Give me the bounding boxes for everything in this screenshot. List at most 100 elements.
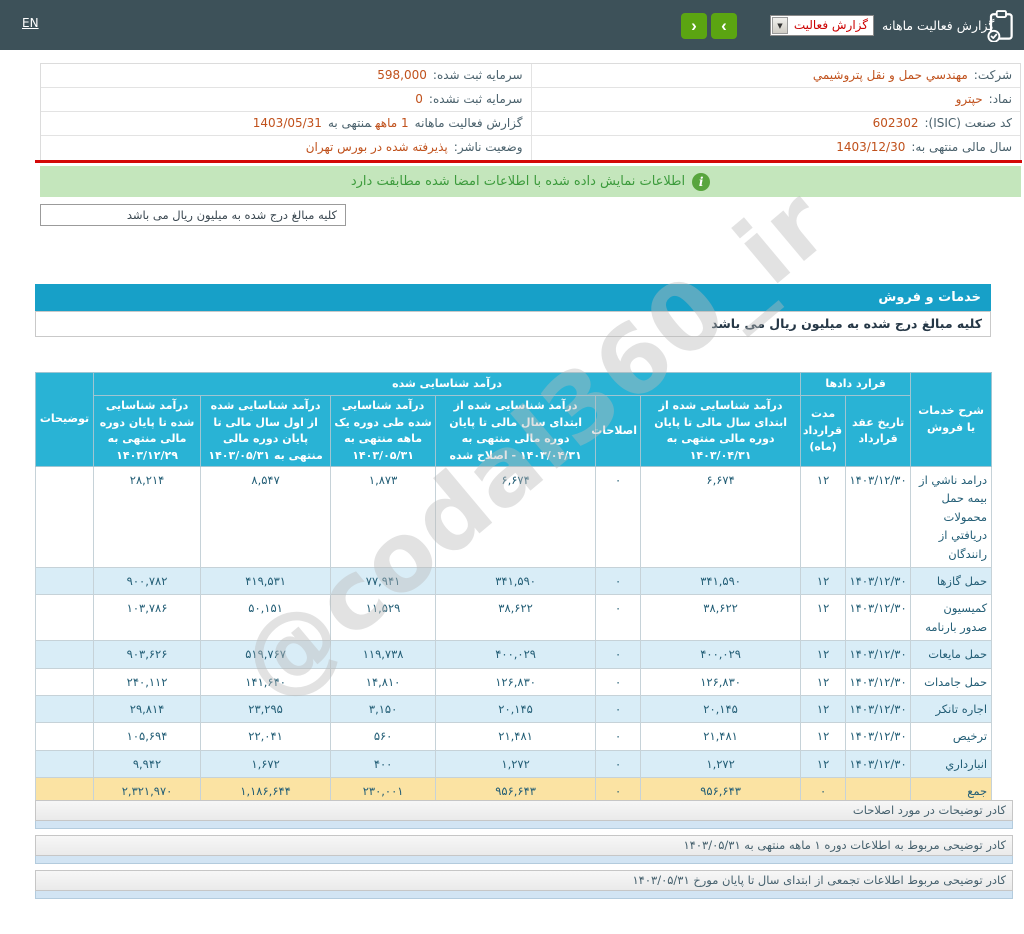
chevron-down-icon[interactable]: ▼ bbox=[772, 17, 788, 34]
cell-revenue-prev-period: ۲۱,۴۸۱ bbox=[641, 723, 801, 750]
cell-contract-date: ۱۴۰۳/۱۲/۳۰ bbox=[846, 668, 911, 695]
cell-adjustments: ۰ bbox=[596, 467, 641, 568]
column-header-1: تاریخ عقد قرارداد bbox=[846, 396, 911, 467]
info-cell-right: شرکت: مهندسي حمل و نقل پتروشيمي bbox=[531, 64, 1021, 87]
cell-contract-date: ۱۴۰۳/۱۲/۳۰ bbox=[846, 723, 911, 750]
signature-match-text: اطلاعات نمایش داده شده با اطلاعات امضا ش… bbox=[351, 174, 685, 189]
cell-revenue-ytd: ۲۳,۲۹۵ bbox=[201, 695, 331, 722]
group-header-recognized-revenue: درآمد شناسایی شده bbox=[94, 373, 801, 396]
cell-adjustments: ۰ bbox=[596, 668, 641, 695]
cell-revenue-to-year-end: ۱۰۵,۶۹۴ bbox=[94, 723, 201, 750]
comment-box-3: کادر توضیحی مربوط اطلاعات تجمعی از ابتدا… bbox=[35, 870, 1013, 899]
cell-adjustments: ۰ bbox=[596, 723, 641, 750]
column-header-7: درآمد شناسایی شده از اول سال مالی تا پای… bbox=[201, 396, 331, 467]
cell-notes bbox=[36, 595, 94, 641]
main-table-body: درامد ناشي از بيمه حمل محمولات دريافتي ا… bbox=[36, 467, 992, 805]
comment-box-content-area[interactable] bbox=[35, 821, 1013, 829]
comment-box-1: کادر توضیحات در مورد اصلاحات bbox=[35, 800, 1013, 829]
services-sales-table: شرح خدمات یا فروش قرارد دادها درآمد شناس… bbox=[35, 372, 992, 805]
cell-duration-months: ۱۲ bbox=[801, 668, 846, 695]
cell-revenue-month: ۱۱۹,۷۳۸ bbox=[331, 641, 436, 668]
info-value: مهندسي حمل و نقل پتروشيمي bbox=[813, 68, 968, 82]
info-cell-left: سرمایه ثبت نشده:0 bbox=[41, 88, 531, 111]
cell-contract-date: ۱۴۰۳/۱۲/۳۰ bbox=[846, 595, 911, 641]
topbar: EN ‹ › ▼ گزارش فعالیت گزارش فعالیت ماهان… bbox=[0, 0, 1024, 50]
cell-revenue-to-year-end: ۹,۹۴۲ bbox=[94, 750, 201, 777]
company-info-table: شرکت: مهندسي حمل و نقل پتروشيمي سرمایه ثبت… bbox=[40, 63, 1021, 161]
cell-revenue-prev-period: ۶,۶۷۴ bbox=[641, 467, 801, 568]
comment-box-title: کادر توضیحات در مورد اصلاحات bbox=[35, 800, 1013, 821]
info-row: کد صنعت (ISIC):602302 گزارش فعالیت ماهانه… bbox=[41, 112, 1020, 136]
clipboard-check-icon bbox=[986, 9, 1016, 42]
cell-adjustments: ۰ bbox=[596, 595, 641, 641]
cell-revenue-adjusted: ۶,۶۷۴ bbox=[436, 467, 596, 568]
info-label: سرمایه ثبت نشده: bbox=[429, 92, 523, 106]
cell-revenue-month: ۱۴,۸۱۰ bbox=[331, 668, 436, 695]
cell-description: حمل جامدات bbox=[911, 668, 992, 695]
previous-report-button[interactable]: ‹ bbox=[681, 13, 707, 39]
info-value: 1 ماهه bbox=[375, 116, 408, 130]
info-cell-right: کد صنعت (ISIC):602302 bbox=[531, 112, 1021, 135]
info-cell-right: سال مالی منتهی به:1403/12/30 bbox=[531, 136, 1021, 160]
cell-contract-date: ۱۴۰۳/۱۲/۳۰ bbox=[846, 467, 911, 568]
chevron-right-icon: › bbox=[711, 14, 737, 38]
info-label: کد صنعت (ISIC): bbox=[924, 116, 1012, 130]
cell-adjustments: ۰ bbox=[596, 567, 641, 594]
cell-adjustments: ۰ bbox=[596, 641, 641, 668]
cell-revenue-month: ۱۱,۵۲۹ bbox=[331, 595, 436, 641]
info-label: منتهی به bbox=[328, 116, 371, 130]
cell-revenue-to-year-end: ۲۴۰,۱۱۲ bbox=[94, 668, 201, 695]
cell-revenue-prev-period: ۲۰,۱۴۵ bbox=[641, 695, 801, 722]
table-row: حمل جامدات۱۴۰۳/۱۲/۳۰۱۲۱۲۶,۸۳۰۰۱۲۶,۸۳۰۱۴,… bbox=[36, 668, 992, 695]
cell-contract-date: ۱۴۰۳/۱۲/۳۰ bbox=[846, 641, 911, 668]
comment-box-title: کادر توضیحی مربوط به اطلاعات دوره ۱ ماهه… bbox=[35, 835, 1013, 856]
info-cell-left: سرمایه ثبت شده:598,000 bbox=[41, 64, 531, 87]
cell-revenue-month: ۱,۸۷۳ bbox=[331, 467, 436, 568]
cell-adjustments: ۰ bbox=[596, 750, 641, 777]
cell-duration-months: ۱۲ bbox=[801, 750, 846, 777]
chevron-left-icon: ‹ bbox=[681, 14, 707, 38]
codal-monthly-activity-report-page: EN ‹ › ▼ گزارش فعالیت گزارش فعالیت ماهان… bbox=[0, 0, 1024, 934]
info-row: نماد:حپتروسرمایه ثبت نشده:0 bbox=[41, 88, 1020, 112]
info-label: وضعیت ناشر: bbox=[454, 140, 523, 154]
info-cell-right: نماد:حپترو bbox=[531, 88, 1021, 111]
cell-description: درامد ناشي از بيمه حمل محمولات دريافتي ا… bbox=[911, 467, 992, 568]
cell-description: اجاره تانکر bbox=[911, 695, 992, 722]
cell-duration-months: ۱۲ bbox=[801, 567, 846, 594]
next-report-button[interactable]: › bbox=[711, 13, 737, 39]
cell-description: کمیسیون صدور بارنامه bbox=[911, 595, 992, 641]
cell-revenue-to-year-end: ۲۹,۸۱۴ bbox=[94, 695, 201, 722]
cell-duration-months: ۱۲ bbox=[801, 595, 846, 641]
cell-revenue-adjusted: ۲۰,۱۴۵ bbox=[436, 695, 596, 722]
language-link[interactable]: EN bbox=[22, 16, 39, 30]
info-value: 1403/12/30 bbox=[836, 140, 905, 154]
cell-revenue-adjusted: ۳۸,۶۲۲ bbox=[436, 595, 596, 641]
column-header-8: درآمد شناسایی شده تا پایان دوره مالی منت… bbox=[94, 396, 201, 467]
comment-box-title: کادر توضیحی مربوط اطلاعات تجمعی از ابتدا… bbox=[35, 870, 1013, 891]
cell-contract-date: ۱۴۰۳/۱۲/۳۰ bbox=[846, 695, 911, 722]
info-label: نماد: bbox=[989, 92, 1012, 106]
cell-revenue-month: ۴۰۰ bbox=[331, 750, 436, 777]
comment-boxes: کادر توضیحات در مورد اصلاحات کادر توضیحی … bbox=[35, 800, 1013, 905]
info-label: گزارش فعالیت ماهانه bbox=[415, 116, 523, 130]
cell-revenue-ytd: ۲۲,۰۴۱ bbox=[201, 723, 331, 750]
cell-revenue-adjusted: ۱۲۶,۸۳۰ bbox=[436, 668, 596, 695]
cell-revenue-ytd: ۸,۵۴۷ bbox=[201, 467, 331, 568]
info-label: شرکت: bbox=[974, 68, 1012, 82]
cell-revenue-adjusted: ۱,۲۷۲ bbox=[436, 750, 596, 777]
column-header-notes: توضیحات bbox=[36, 373, 94, 467]
report-type-select[interactable]: ▼ گزارش فعالیت bbox=[770, 15, 874, 36]
section-amounts-unit-note: کلیه مبالغ درج شده به میلیون ریال می باش… bbox=[35, 311, 991, 337]
info-icon: i bbox=[692, 173, 710, 191]
cell-duration-months: ۱۲ bbox=[801, 723, 846, 750]
cell-revenue-adjusted: ۲۱,۴۸۱ bbox=[436, 723, 596, 750]
column-header-2: مدت قرارداد (ماه) bbox=[801, 396, 846, 467]
comment-box-content-area[interactable] bbox=[35, 856, 1013, 864]
cell-revenue-adjusted: ۳۴۱,۵۹۰ bbox=[436, 567, 596, 594]
comment-box-content-area[interactable] bbox=[35, 891, 1013, 899]
report-type-selected-value: گزارش فعالیت bbox=[794, 16, 868, 35]
table-row: کمیسیون صدور بارنامه۱۴۰۳/۱۲/۳۰۱۲۳۸,۶۲۲۰۳… bbox=[36, 595, 992, 641]
cell-description: ترخیص bbox=[911, 723, 992, 750]
cell-notes bbox=[36, 723, 94, 750]
cell-revenue-ytd: ۵۱۹,۷۶۷ bbox=[201, 641, 331, 668]
